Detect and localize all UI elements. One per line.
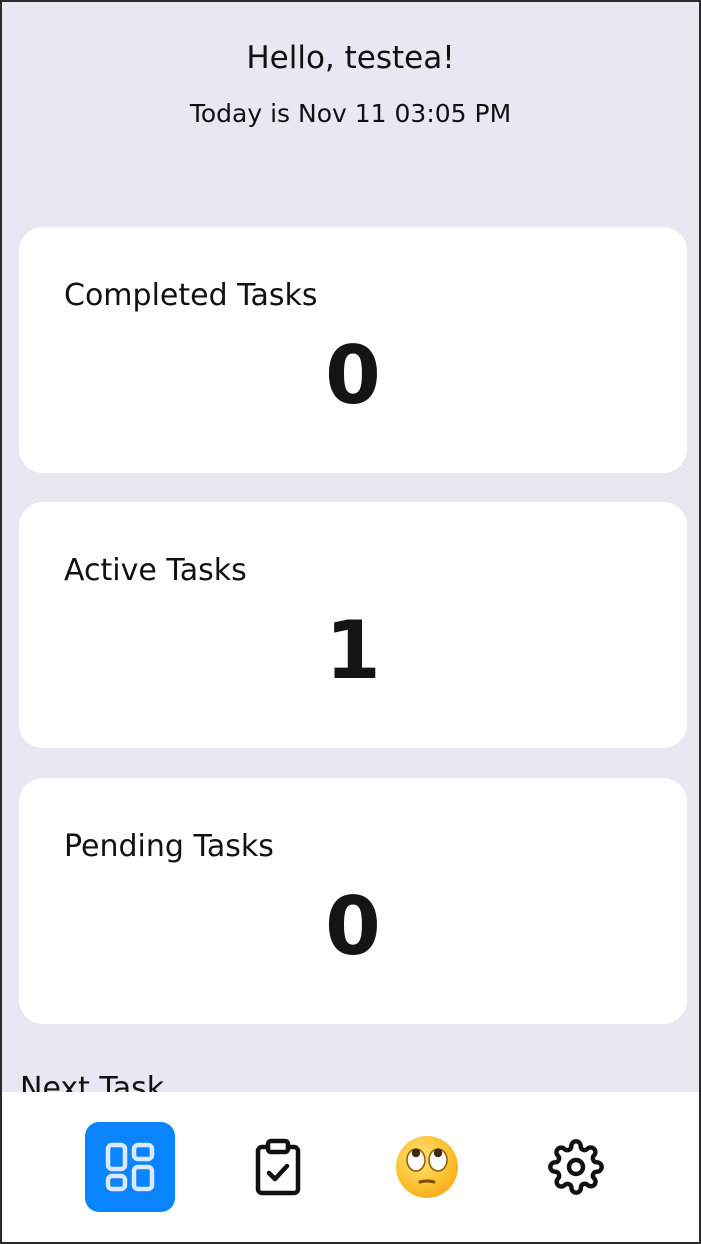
card-value: 1 [325, 604, 381, 697]
nav-tasks-button[interactable] [233, 1122, 323, 1212]
eye-roll-emoji-icon [396, 1136, 458, 1198]
app-screen: Hello, testea! Today is Nov 11 03:05 PM … [0, 0, 701, 1244]
dashboard-icon [105, 1142, 155, 1192]
nav-mood-button[interactable] [382, 1122, 472, 1212]
greeting: Hello, testea! [246, 40, 455, 76]
completed-tasks-card[interactable]: Completed Tasks 0 [19, 227, 687, 473]
nav-dashboard-button[interactable] [85, 1122, 175, 1212]
pending-tasks-card[interactable]: Pending Tasks 0 [19, 778, 687, 1024]
gear-icon [548, 1139, 604, 1195]
active-tasks-card[interactable]: Active Tasks 1 [19, 502, 687, 748]
card-label: Active Tasks [64, 553, 247, 588]
date-line: Today is Nov 11 03:05 PM [189, 99, 512, 128]
card-label: Completed Tasks [64, 278, 318, 313]
card-value: 0 [325, 329, 381, 422]
clipboard-check-icon [255, 1138, 301, 1196]
bottom-nav [2, 1092, 699, 1242]
card-value: 0 [325, 880, 381, 973]
nav-settings-button[interactable] [531, 1122, 621, 1212]
card-label: Pending Tasks [64, 829, 274, 864]
